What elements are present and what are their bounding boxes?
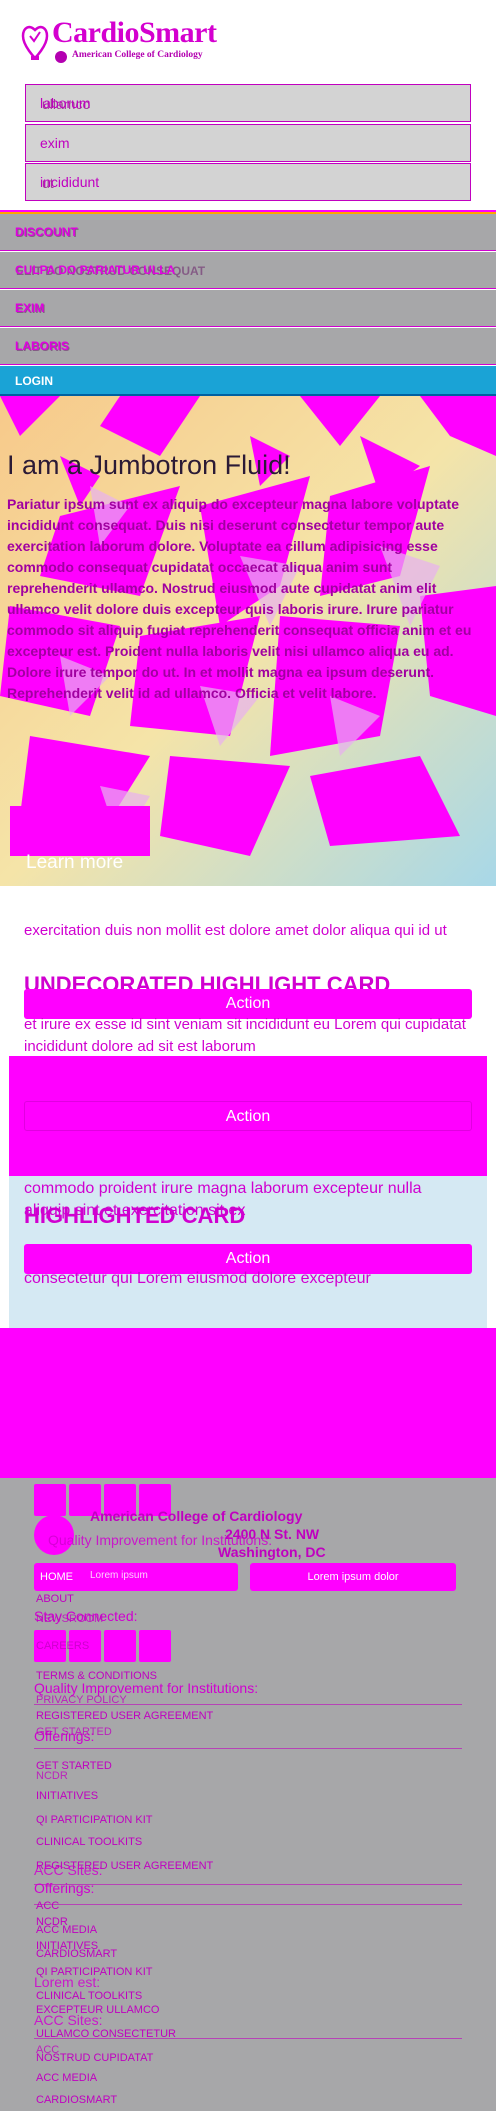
card-filler-1: exercitation duis non mollit est dolore … [24, 922, 447, 939]
footer-divider-2 [34, 1748, 462, 1749]
jumbotron-body: Pariatur ipsum sunt ex aliquip do except… [7, 496, 472, 701]
footer-link-newsroom[interactable]: NEWSROOM [36, 1613, 103, 1625]
footer-link-ncdr[interactable]: NCDR [36, 1770, 68, 1782]
footer-button-2[interactable]: Lorem ipsum dolor [250, 1563, 456, 1591]
acc-seal-icon [55, 51, 67, 63]
footer-link-user-agreement[interactable]: REGISTERED USER AGREEMENT [36, 1710, 213, 1722]
subnav-label-3: incididunt [40, 174, 100, 190]
highlight-band-2 [0, 1328, 496, 1408]
footer-quality-1: Quality Improvement for Institutions: [48, 1532, 273, 1548]
site-footer: American College of Cardiology 2400 N St… [0, 1408, 496, 2111]
offerings-heading-2: Offerings: [34, 1880, 95, 1896]
footer-link-cardiosmart[interactable]: CARDIOSMART [36, 1948, 117, 1960]
footer-divider-3 [34, 1884, 462, 1885]
subnav-item-1[interactable]: ullamco laborum [25, 84, 471, 122]
card-filler-4: consectetur qui Lorem eiusmod dolore exc… [24, 1270, 371, 1287]
jumbotron-title: I am a Jumbotron Fluid! [7, 450, 291, 480]
footer-link-acc-media-2[interactable]: ACC MEDIA [36, 2072, 97, 2084]
nav-laboris[interactable]: LABORIS LABORIS [0, 328, 496, 365]
nav-label-login: LOGIN [15, 374, 53, 388]
footer-button-1-label: Lorem ipsum [90, 1570, 148, 1581]
facebook-icon[interactable] [34, 1484, 66, 1516]
subnav-label-2: exim [40, 135, 70, 151]
instagram-icon-2[interactable] [139, 1630, 171, 1662]
footer-link-acc-media[interactable]: ACC MEDIA [36, 1924, 97, 1936]
nav-culpa[interactable]: ELIT DO NOSTRUD CONSEQUAT CULPA DO PARIA… [0, 252, 496, 289]
footer-divider-4 [34, 1904, 462, 1905]
highlighted-card-title: HIGHLIGHTED CARD [24, 1203, 246, 1228]
footer-link-initiatives[interactable]: INITIATIVES [36, 1790, 98, 1802]
footer-org: American College of Cardiology [90, 1508, 303, 1524]
site-logo[interactable]: CardioSmart American College of Cardiolo… [20, 16, 220, 64]
nav-label-4: LABORIS [15, 339, 69, 353]
nav-label-2: CULPA DO PARIATUR ULLA [15, 263, 176, 277]
footer-divider-5 [34, 2038, 462, 2039]
logo-title: CardioSmart [52, 16, 217, 49]
footer-link-acc[interactable]: ACC [36, 1900, 59, 1912]
nav-exim[interactable]: EXIM EXIM [0, 290, 496, 327]
nav-label-3: EXIM [15, 301, 45, 315]
action-button-2[interactable]: Action [24, 1101, 472, 1131]
nav-discount[interactable]: DISCOUNT DISCOUNT [0, 214, 496, 251]
nav-label-1: DISCOUNT [15, 225, 78, 239]
footer-link-qi-kit[interactable]: QI PARTICIPATION KIT [36, 1814, 153, 1826]
learn-more-button[interactable]: Learn more [26, 852, 123, 874]
card-filler-3: commodo proident irure magna laborum exc… [24, 1180, 422, 1197]
highlighted-card: commodo proident irure magna laborum exc… [9, 1176, 487, 1328]
footer-link-careers[interactable]: CAREERS [36, 1640, 89, 1652]
footer-link-about[interactable]: ABOUT [36, 1593, 74, 1605]
heart-bulb-icon [21, 25, 49, 60]
footer-divider-1 [34, 1704, 462, 1705]
footer-link-clinical-toolkits[interactable]: CLINICAL TOOLKITS [36, 1836, 142, 1848]
card-filler-2: et irure ex esse id sint veniam sit inci… [24, 1016, 466, 1055]
acc-sites-heading-2: ACC Sites: [34, 2012, 103, 2028]
subnav-item-3[interactable]: ut incididunt [25, 163, 471, 201]
lorem-heading: Lorem est: [34, 1974, 101, 1990]
acc-sites-heading-1: ACC Sites: [34, 1862, 103, 1878]
highlight-band-1: Action [9, 1056, 487, 1176]
youtube-icon-2[interactable] [104, 1630, 136, 1662]
subnav-item-2[interactable]: exim [25, 124, 471, 162]
footer-link-cardiosmart-2[interactable]: CARDIOSMART [36, 2094, 117, 2106]
footer-link-clinical-toolkits-2[interactable]: CLINICAL TOOLKITS [36, 1990, 142, 2002]
logo-subtitle: American College of Cardiology [72, 50, 203, 60]
subnav-label-1: laborum [40, 95, 91, 111]
footer-link-get-started[interactable]: GET STARTED [36, 1726, 112, 1738]
footer-link-nostrud[interactable]: NOSTRUD CUPIDATAT [36, 2052, 153, 2064]
jumbotron: I am a Jumbotron Fluid! Pariatur ipsum s… [0, 396, 496, 886]
nav-login[interactable]: LOGIN [0, 366, 496, 396]
footer-band [0, 1408, 496, 1478]
